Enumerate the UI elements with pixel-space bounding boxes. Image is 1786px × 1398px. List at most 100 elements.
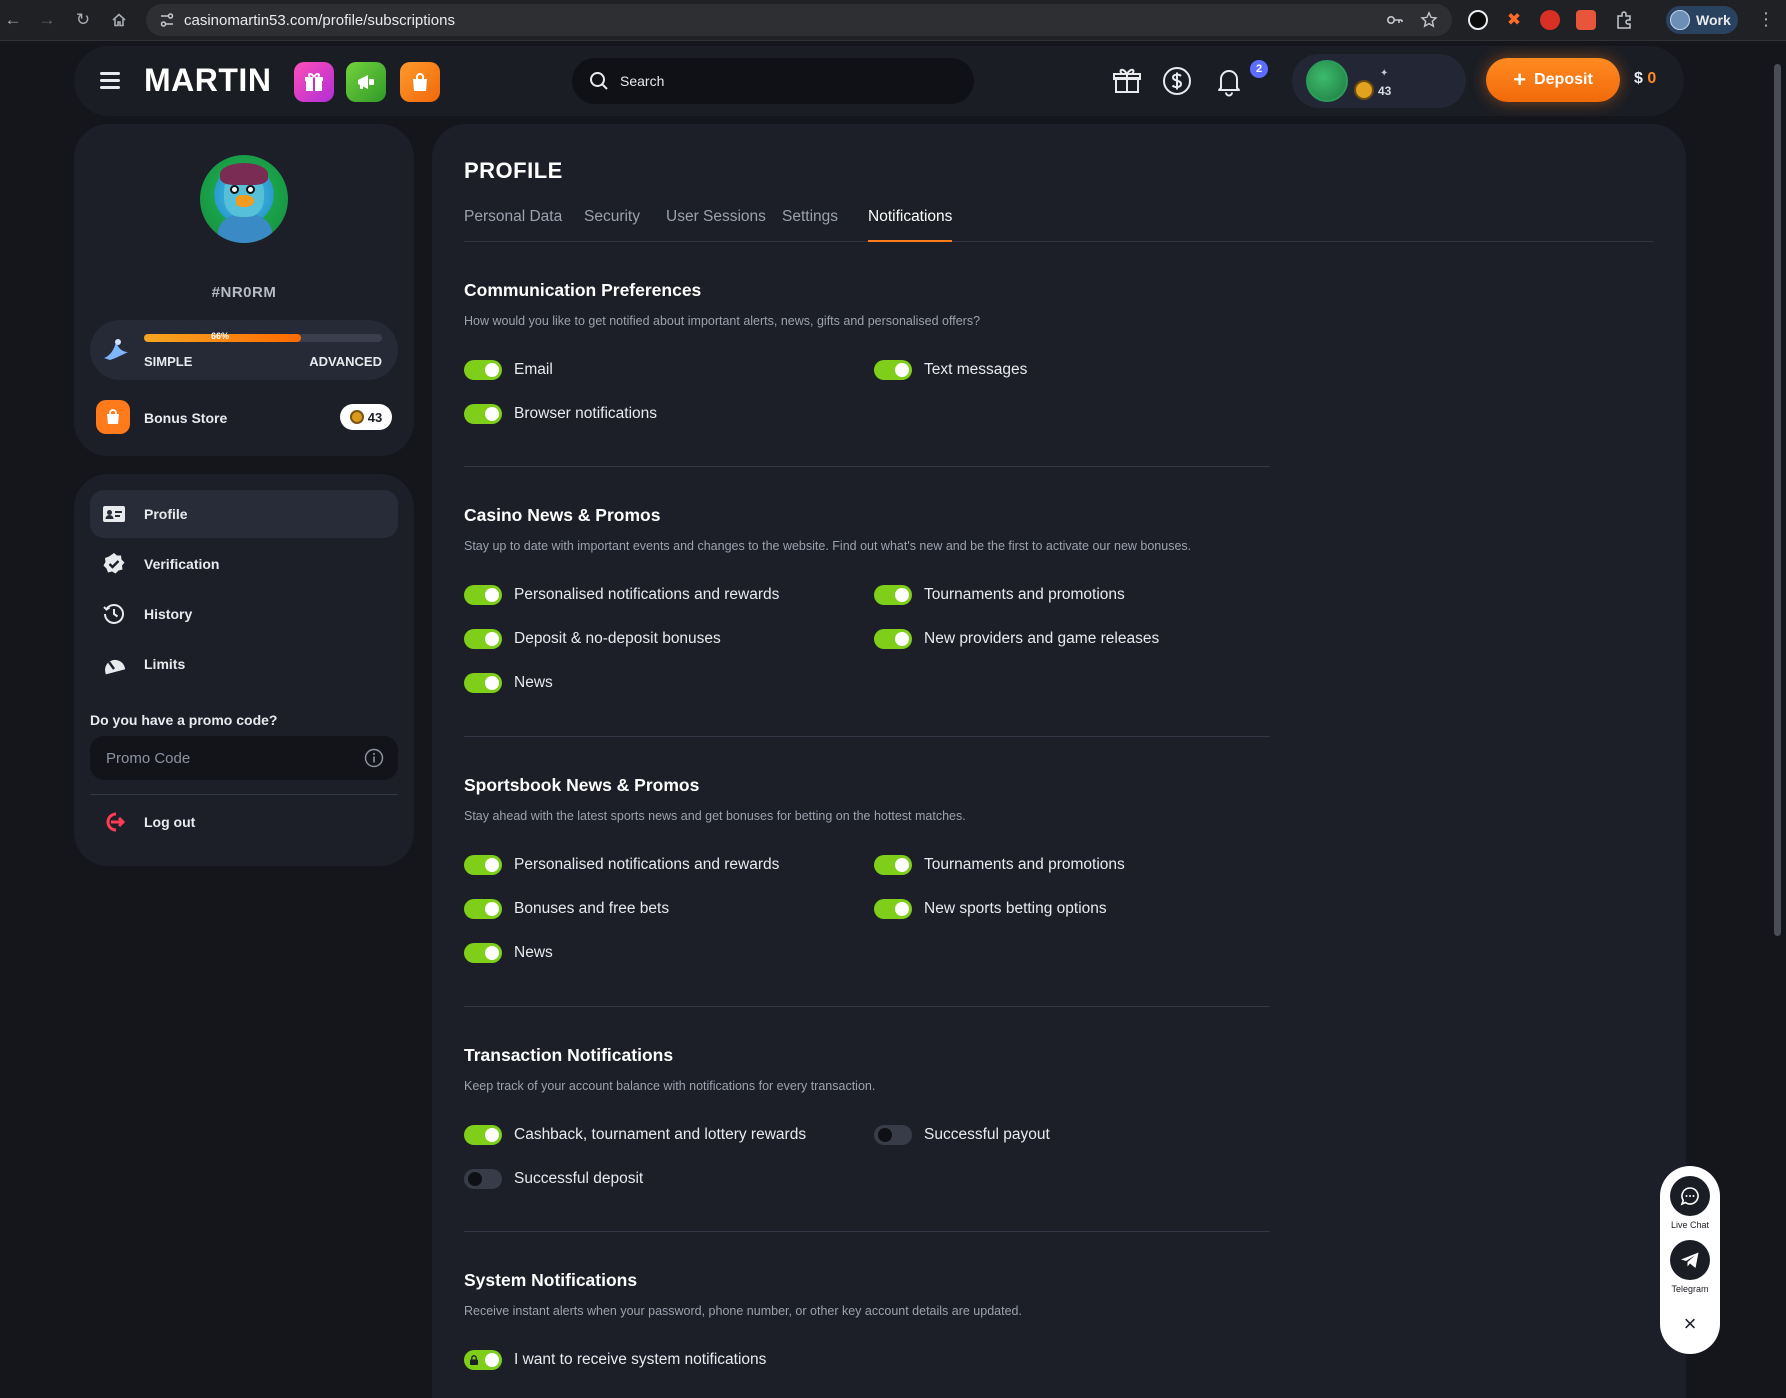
toggle-label: New providers and game releases: [924, 630, 1160, 647]
url-text[interactable]: casinomartin53.com/profile/subscriptions: [184, 12, 455, 29]
extension-icon[interactable]: [1540, 10, 1560, 30]
check-badge-icon: [103, 553, 125, 574]
tab-user-sessions[interactable]: User Sessions: [666, 208, 766, 242]
section-title: Sportsbook News & Promos: [464, 775, 700, 795]
toggle-switch[interactable]: [464, 899, 502, 919]
forward-arrow-icon[interactable]: →: [36, 9, 58, 31]
toggle-label: Bonuses and free bets: [514, 900, 670, 917]
chat-bubble-icon: [1680, 1187, 1699, 1206]
gift-box-icon[interactable]: [294, 62, 334, 102]
toggle-switch[interactable]: [874, 855, 912, 875]
toggle-label: Tournaments and promotions: [924, 586, 1125, 603]
extension-icon[interactable]: [1468, 10, 1488, 30]
toggle-switch[interactable]: [464, 1350, 502, 1370]
sidebar-item-history[interactable]: History: [90, 590, 398, 638]
search-bar[interactable]: [572, 58, 974, 104]
promo-code-input[interactable]: [106, 746, 346, 770]
sidebar-item-verification[interactable]: Verification: [90, 540, 398, 588]
section-divider: [464, 736, 1270, 737]
toggle-switch[interactable]: [874, 629, 912, 649]
section-divider: [464, 1231, 1270, 1232]
home-icon[interactable]: [108, 9, 130, 31]
sidebar-item-label: Limits: [144, 656, 186, 672]
telegram-label: Telegram: [1671, 1284, 1709, 1294]
toggle-knob: [485, 676, 499, 690]
extension-icon[interactable]: ✖: [1504, 10, 1524, 30]
sidebar-item-profile[interactable]: Profile: [90, 490, 398, 538]
close-icon[interactable]: ×: [1680, 1311, 1700, 1336]
toggle-switch[interactable]: [464, 1169, 502, 1189]
live-chat-button[interactable]: [1670, 1176, 1710, 1216]
toggle-switch[interactable]: [874, 899, 912, 919]
search-icon: [590, 72, 608, 90]
shopping-bag-icon[interactable]: [400, 62, 440, 102]
wallet-dollar-icon[interactable]: [1160, 64, 1194, 98]
toggle-switch[interactable]: [464, 404, 502, 424]
hamburger-menu-icon[interactable]: [100, 72, 120, 89]
toggle-label: Browser notifications: [514, 405, 658, 422]
user-card: #NR0RM 66% SIMPLE ADVANCED Bonus Store 4…: [74, 124, 414, 456]
page-title: PROFILE: [464, 158, 563, 183]
sidebar-item-label: Verification: [144, 556, 220, 572]
sidebar-item-label: History: [144, 606, 193, 622]
logout-button[interactable]: Log out: [90, 804, 398, 840]
site-logo[interactable]: MARTIN: [144, 62, 271, 99]
megaphone-icon[interactable]: [346, 62, 386, 102]
promo-code-field[interactable]: [90, 736, 398, 780]
browser-menu-icon[interactable]: ⋮: [1757, 9, 1775, 30]
history-clock-icon: [103, 604, 124, 624]
toggle-label: I want to receive system notifications: [514, 1351, 767, 1368]
toggle-knob: [485, 588, 499, 602]
toggle-switch[interactable]: [874, 1125, 912, 1145]
tab-notifications[interactable]: Notifications: [868, 208, 953, 242]
toggle-switch[interactable]: [464, 855, 502, 875]
toggle-switch[interactable]: [464, 673, 502, 693]
profile-panel: PROFILE Personal Data Security User Sess…: [432, 124, 1686, 1398]
toggle-knob: [485, 902, 499, 916]
telegram-button[interactable]: [1670, 1240, 1710, 1280]
deposit-button[interactable]: + Deposit: [1486, 58, 1620, 102]
gift-icon[interactable]: [1110, 64, 1144, 98]
level-progress-box: 66% SIMPLE ADVANCED: [90, 320, 398, 380]
level-simple: SIMPLE: [144, 354, 193, 369]
section-title: Communication Preferences: [464, 280, 702, 300]
section-description: Stay up to date with important events an…: [464, 539, 1192, 553]
tab-security[interactable]: Security: [584, 208, 640, 242]
toggle-label: Text messages: [924, 361, 1028, 378]
password-key-icon[interactable]: [1386, 11, 1404, 29]
page-scrollbar[interactable]: [1774, 64, 1781, 936]
tab-personal-data[interactable]: Personal Data: [464, 208, 562, 242]
profile-label: Work: [1696, 12, 1731, 28]
tab-settings[interactable]: Settings: [782, 208, 838, 242]
toggle-switch[interactable]: [464, 1125, 502, 1145]
toggle-switch[interactable]: [874, 360, 912, 380]
toggle-switch[interactable]: [464, 585, 502, 605]
toggle-knob: [878, 1128, 892, 1142]
bonus-store-count-value: 43: [367, 409, 383, 425]
bell-icon[interactable]: [1212, 64, 1246, 98]
user-id: #NR0RM: [211, 284, 277, 301]
back-arrow-icon[interactable]: ←: [2, 9, 24, 31]
extension-icon[interactable]: [1576, 10, 1596, 30]
info-icon[interactable]: [364, 748, 384, 768]
coin-icon: [1354, 80, 1374, 100]
app-header: MARTIN 2 ✦ 43 + Deposit $ 0: [74, 46, 1684, 116]
puzzle-extensions-icon[interactable]: [1614, 10, 1634, 30]
toggle-switch[interactable]: [464, 629, 502, 649]
search-input[interactable]: [620, 68, 940, 94]
address-bar[interactable]: casinomartin53.com/profile/subscriptions: [146, 4, 1452, 36]
live-chat-label: Live Chat: [1670, 1220, 1710, 1230]
bookmark-star-icon[interactable]: [1420, 11, 1438, 29]
bonus-store-link[interactable]: Bonus Store 43: [96, 400, 392, 436]
profile-avatar[interactable]: [200, 155, 288, 243]
sidebar-item-limits[interactable]: Limits: [90, 640, 398, 688]
toggle-switch[interactable]: [464, 360, 502, 380]
profile-chip[interactable]: Work: [1666, 6, 1738, 34]
site-settings-icon[interactable]: [158, 11, 176, 29]
balance-display[interactable]: $ 0: [1634, 70, 1656, 88]
reload-icon[interactable]: ↻: [72, 9, 94, 31]
lock-icon: [470, 1355, 478, 1365]
toggle-switch[interactable]: [874, 585, 912, 605]
toggle-switch[interactable]: [464, 943, 502, 963]
user-account-chip[interactable]: ✦ 43: [1292, 54, 1466, 108]
